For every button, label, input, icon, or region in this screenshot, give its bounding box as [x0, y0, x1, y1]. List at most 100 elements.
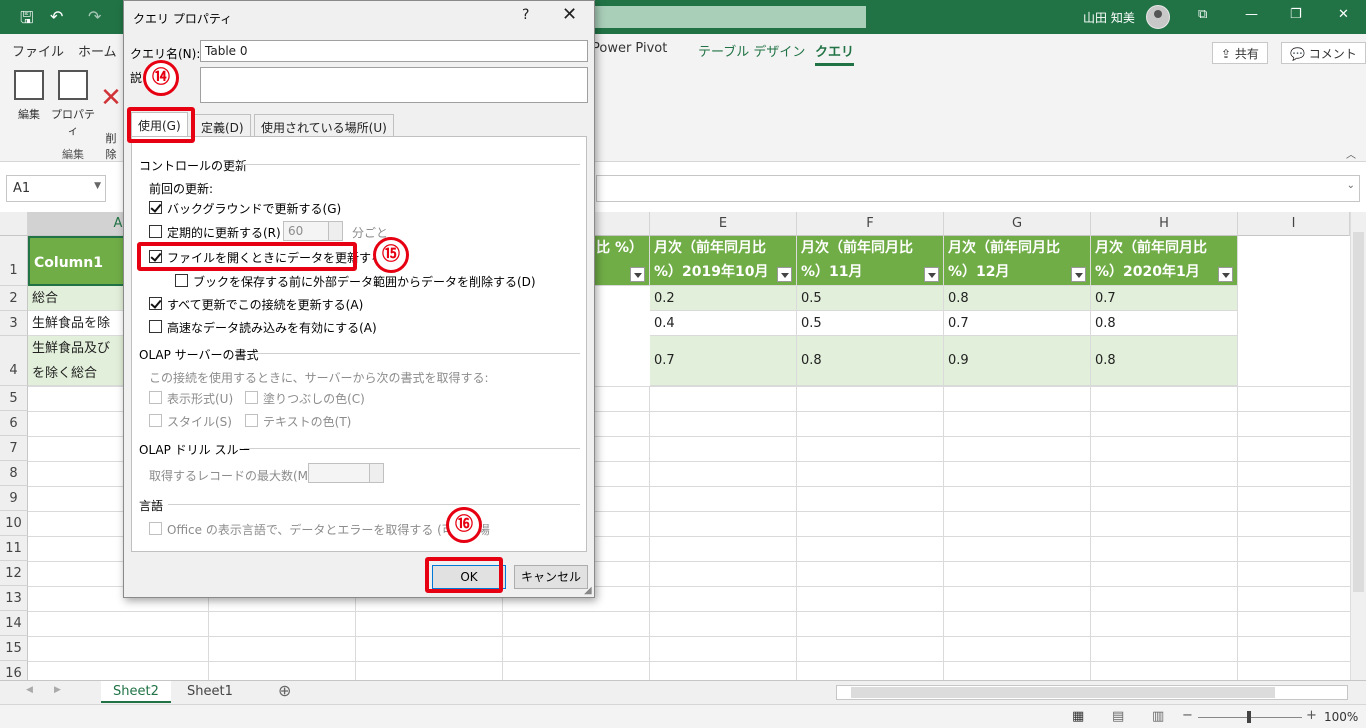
tab-used-in[interactable]: 使用されている場所(U) — [254, 114, 394, 137]
delete-button[interactable]: ✕ 削 除 — [100, 70, 122, 162]
close-dialog-button[interactable]: ✕ — [562, 4, 577, 25]
restore-icon[interactable]: ❐ — [1290, 7, 1302, 22]
scroll-thumb[interactable] — [851, 687, 1275, 698]
vertical-scrollbar[interactable] — [1350, 212, 1366, 680]
olap-text-color-checkbox[interactable] — [245, 414, 258, 427]
table-cell[interactable]: 0.2 — [650, 286, 797, 311]
normal-view-icon[interactable]: ▦ — [1072, 709, 1084, 724]
collapse-ribbon-icon[interactable]: ︿ — [1346, 146, 1356, 161]
search-box[interactable] — [580, 6, 866, 28]
zoom-out-icon[interactable]: − — [1182, 708, 1193, 723]
row-header[interactable]: 3 — [0, 311, 28, 336]
refresh-all-checkbox[interactable] — [149, 297, 162, 310]
query-name-input[interactable]: Table 0 — [200, 40, 588, 62]
stepper-up[interactable] — [328, 222, 342, 231]
scroll-left-icon[interactable]: ◀ — [26, 685, 33, 695]
filter-dropdown-icon[interactable] — [630, 267, 645, 282]
stepper-up[interactable] — [369, 464, 383, 473]
olap-fill-color-checkbox[interactable] — [245, 391, 258, 404]
tab-power-pivot[interactable]: Power Pivot — [592, 41, 667, 56]
max-records-stepper[interactable] — [308, 463, 384, 483]
tab-table-design[interactable]: テーブル デザイン — [698, 41, 805, 60]
periodic-refresh-checkbox[interactable] — [149, 225, 162, 238]
language-checkbox[interactable] — [149, 522, 162, 535]
filter-dropdown-icon[interactable] — [777, 267, 792, 282]
periodic-minutes-stepper[interactable]: 60 — [283, 221, 343, 241]
row-header[interactable]: 5 — [0, 386, 28, 411]
filter-dropdown-icon[interactable] — [1071, 267, 1086, 282]
edit-button[interactable]: 編集 — [7, 70, 51, 122]
cancel-button[interactable]: キャンセル — [514, 565, 588, 589]
row-header[interactable]: 7 — [0, 436, 28, 461]
row-header[interactable]: 13 — [0, 586, 28, 611]
column-header-i[interactable]: I — [1238, 212, 1350, 236]
row-header[interactable]: 11 — [0, 536, 28, 561]
table-cell[interactable]: 0.8 — [944, 286, 1091, 311]
row-header[interactable]: 1 — [0, 236, 28, 286]
table-header-cell[interactable]: 月次（前年同月比 %）2020年1月 — [1091, 236, 1238, 286]
help-button[interactable]: ? — [522, 7, 529, 23]
row-header[interactable]: 14 — [0, 611, 28, 636]
formula-input[interactable]: ⌄ — [596, 175, 1360, 202]
share-button[interactable]: ⇪ 共有 — [1212, 42, 1268, 64]
properties-button[interactable]: プロパティ — [51, 70, 95, 138]
olap-number-format-checkbox[interactable] — [149, 391, 162, 404]
column-header-g[interactable]: G — [944, 212, 1091, 236]
select-all-corner[interactable] — [0, 212, 28, 236]
row-header[interactable]: 16 — [0, 661, 28, 680]
close-window-icon[interactable]: ✕ — [1338, 7, 1349, 22]
background-refresh-checkbox[interactable] — [149, 201, 162, 214]
sheet-tab-sheet2[interactable]: Sheet2 — [101, 681, 171, 703]
redo-icon[interactable]: ↷ — [88, 7, 101, 26]
description-input[interactable] — [200, 67, 588, 103]
zoom-in-icon[interactable]: + — [1306, 708, 1317, 723]
avatar[interactable] — [1146, 5, 1170, 29]
minimize-icon[interactable]: — — [1245, 7, 1258, 22]
chevron-down-icon[interactable]: ▼ — [94, 181, 101, 191]
tab-definition[interactable]: 定義(D) — [194, 114, 251, 137]
zoom-level[interactable]: 100% — [1324, 710, 1358, 724]
table-cell[interactable]: 0.7 — [1091, 286, 1238, 311]
fast-load-checkbox[interactable] — [149, 320, 162, 333]
column-header-f[interactable]: F — [797, 212, 944, 236]
table-cell[interactable]: 0.8 — [1091, 311, 1238, 336]
row-header[interactable]: 15 — [0, 636, 28, 661]
row-header[interactable]: 2 — [0, 286, 28, 311]
scroll-right-icon[interactable]: ▶ — [54, 685, 61, 695]
table-cell[interactable]: 0.7 — [650, 336, 797, 386]
filter-dropdown-icon[interactable] — [1218, 267, 1233, 282]
name-box[interactable]: A1 ▼ — [6, 175, 106, 202]
column-header-e[interactable]: E — [650, 212, 797, 236]
table-header-cell[interactable]: 月次（前年同月比 %）12月 — [944, 236, 1091, 286]
table-cell[interactable]: 0.5 — [797, 311, 944, 336]
row-header[interactable]: 8 — [0, 461, 28, 486]
tab-query[interactable]: クエリ — [815, 41, 855, 66]
table-cell[interactable]: 0.8 — [1091, 336, 1238, 386]
page-layout-icon[interactable]: ▤ — [1112, 709, 1124, 724]
scroll-thumb[interactable] — [1353, 232, 1364, 592]
stepper-down[interactable] — [369, 473, 383, 482]
filter-dropdown-icon[interactable] — [924, 267, 939, 282]
expand-formula-icon[interactable]: ⌄ — [1347, 180, 1355, 191]
horizontal-scrollbar[interactable] — [836, 685, 1348, 700]
stepper-down[interactable] — [328, 231, 342, 240]
sheet-tab-sheet1[interactable]: Sheet1 — [175, 681, 245, 703]
page-break-icon[interactable]: ▥ — [1152, 709, 1164, 724]
column-header-h[interactable]: H — [1091, 212, 1238, 236]
table-header-cell[interactable]: 月次（前年同月比 %）11月 — [797, 236, 944, 286]
table-cell[interactable]: 0.9 — [944, 336, 1091, 386]
zoom-slider-thumb[interactable] — [1247, 711, 1251, 723]
olap-style-checkbox[interactable] — [149, 414, 162, 427]
row-header[interactable]: 10 — [0, 511, 28, 536]
table-cell[interactable]: 0.7 — [944, 311, 1091, 336]
add-sheet-icon[interactable]: ⊕ — [278, 681, 291, 700]
table-header-cell[interactable]: 月次（前年同月比 %）2019年10月 — [650, 236, 797, 286]
tab-file[interactable]: ファイル — [12, 41, 64, 60]
table-cell[interactable]: 0.4 — [650, 311, 797, 336]
save-icon[interactable]: 🖫 — [20, 7, 34, 34]
remove-data-checkbox[interactable] — [175, 274, 188, 287]
undo-icon[interactable]: ↶ — [50, 7, 63, 26]
resize-grip-icon[interactable]: ◢ — [584, 585, 592, 596]
row-header[interactable]: 6 — [0, 411, 28, 436]
row-header[interactable]: 4 — [0, 336, 28, 386]
